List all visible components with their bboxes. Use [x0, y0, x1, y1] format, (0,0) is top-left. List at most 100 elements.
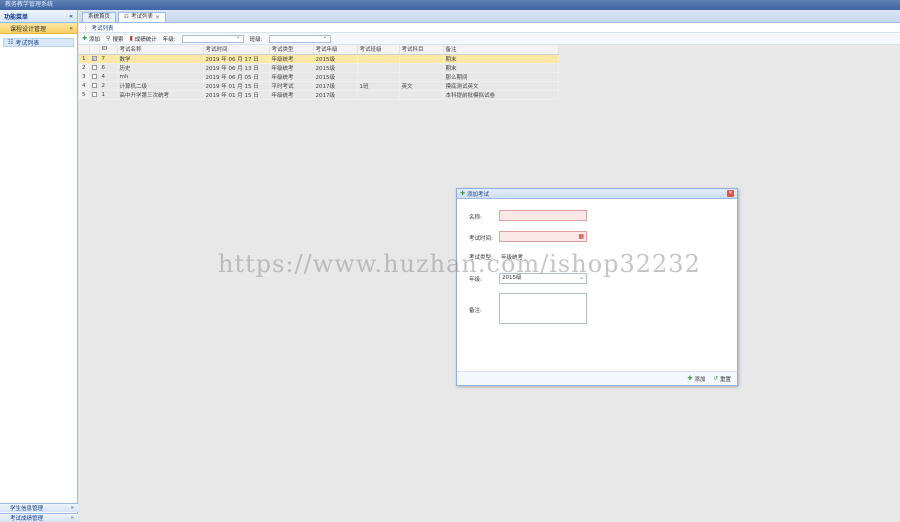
- reset-icon: ↺: [713, 375, 718, 382]
- checkbox-checked-icon[interactable]: ✓: [91, 55, 97, 61]
- sidebar-section-course[interactable]: 课程设计管理 «: [0, 23, 77, 34]
- checkbox-icon[interactable]: [91, 64, 97, 70]
- cell-remark: 期末: [443, 54, 559, 64]
- checkbox-icon[interactable]: [91, 82, 97, 88]
- panel-icon: ⋮: [83, 24, 89, 31]
- time-input[interactable]: ▦: [499, 231, 587, 242]
- cell-remark: 本科提前批模拟试卷: [443, 90, 559, 100]
- tab-exam-list[interactable]: ☷ 考试列表 ×: [118, 12, 166, 22]
- cell-remark: 那么期间: [443, 72, 559, 82]
- cell-name: 历史: [117, 63, 204, 73]
- toolbar: ✚ 添加 ⚲ 搜索 ▮ 成绩统计 年级: 班级:: [79, 33, 900, 45]
- table-row[interactable]: 5 1 高中升学第三次统考 2019 年 01 月 15 日 年级统考 2017…: [79, 90, 559, 100]
- col-type[interactable]: 考试类型: [269, 45, 314, 55]
- col-name[interactable]: 考试名称: [117, 45, 204, 55]
- add-button-label: 添加: [89, 36, 101, 43]
- class-filter-select[interactable]: [268, 33, 331, 43]
- row-checkbox[interactable]: [89, 63, 100, 73]
- col-id[interactable]: ID: [99, 45, 118, 55]
- dialog-close-icon[interactable]: ✕: [727, 190, 734, 197]
- cell-class: [357, 63, 400, 73]
- cell-type: 年级统考: [269, 54, 314, 64]
- row-number: 4: [79, 81, 90, 91]
- row-checkbox[interactable]: [89, 72, 100, 82]
- dialog-add-button[interactable]: ✚ 添加: [687, 375, 705, 383]
- cell-grade: 2015级: [313, 54, 358, 64]
- class-filter-label: 班级:: [249, 36, 263, 43]
- tab-label: 考试列表: [130, 14, 153, 20]
- cell-class: [357, 54, 400, 64]
- cell-time: 2019 年 06 月 13 日: [203, 63, 270, 73]
- cell-id: 1: [99, 90, 118, 100]
- checkbox-icon[interactable]: [91, 91, 97, 97]
- col-subject[interactable]: 考试科目: [399, 45, 444, 55]
- row-number: 5: [79, 90, 90, 100]
- cell-type: 年级统考: [269, 90, 314, 100]
- cell-id: 7: [99, 54, 118, 64]
- stats-button[interactable]: ▮ 成绩统计: [129, 35, 156, 43]
- search-button[interactable]: ⚲ 搜索: [106, 35, 123, 43]
- cell-subject: [399, 90, 444, 100]
- col-grade[interactable]: 考试年级: [313, 45, 358, 55]
- add-icon: ✚: [687, 375, 693, 382]
- cell-grade: 2015级: [313, 63, 358, 73]
- cell-type: 年级统考: [269, 72, 314, 82]
- name-input[interactable]: [499, 210, 587, 221]
- time-label: 考试时间:: [469, 236, 493, 242]
- search-button-label: 搜索: [112, 36, 124, 43]
- cell-name: 计算机二级: [117, 81, 204, 91]
- expand-icon[interactable]: »: [71, 505, 74, 511]
- checkbox-icon[interactable]: [91, 73, 97, 79]
- table-row[interactable]: 4 2 计算机二级 2019 年 01 月 15 日 平时考试 2017级 1班…: [79, 81, 559, 91]
- col-class[interactable]: 考试班级: [357, 45, 400, 55]
- cell-remark: 摸底测试英文: [443, 81, 559, 91]
- sidebar-section-score[interactable]: 考试成绩管理 »: [0, 513, 78, 522]
- expand-icon[interactable]: »: [71, 515, 74, 521]
- col-remark[interactable]: 备注: [443, 45, 559, 55]
- cell-time: 2019 年 01 月 15 日: [203, 81, 270, 91]
- sidebar-item-exam-list[interactable]: ☷ 考试列表: [3, 38, 74, 47]
- row-checkbox[interactable]: ✓: [89, 54, 100, 64]
- cell-subject: 英文: [399, 81, 444, 91]
- cell-subject: [399, 63, 444, 73]
- add-button[interactable]: ✚ 添加: [82, 35, 100, 43]
- table-row[interactable]: 2 6 历史 2019 年 06 月 13 日 年级统考 2015级 期末: [79, 63, 559, 73]
- watermark: https://www.huzhan.com/ishop32232: [218, 250, 701, 278]
- grade-filter-label: 年级:: [162, 36, 176, 43]
- add-exam-dialog: ✚ 添加考试 ✕ 名称: 考试时间: ▦ 考试类型: 年级统考 年级: 2015…: [456, 188, 738, 386]
- cell-subject: [399, 54, 444, 64]
- row-number: 3: [79, 72, 90, 82]
- row-checkbox[interactable]: [89, 90, 100, 100]
- cell-type: 年级统考: [269, 63, 314, 73]
- cell-name: mh: [117, 72, 204, 82]
- bar-chart-icon: ▮: [129, 35, 133, 42]
- sidebar-section-label: 课程设计管理: [10, 25, 47, 33]
- remark-label: 备注:: [469, 308, 482, 314]
- sidebar-item-label: 考试列表: [15, 40, 40, 47]
- sidebar-section-student[interactable]: 学生信息管理 »: [0, 503, 78, 512]
- row-checkbox[interactable]: [89, 81, 100, 91]
- dialog-add-label: 添加: [694, 376, 706, 383]
- table-row[interactable]: 1 ✓ 7 数学 2019 年 06 月 17 日 年级统考 2015级 期末: [79, 54, 559, 64]
- list-icon: ☷: [8, 39, 14, 46]
- remark-textarea[interactable]: [499, 293, 587, 324]
- cell-class: [357, 72, 400, 82]
- cell-name: 数学: [117, 54, 204, 64]
- section-collapse-icon[interactable]: «: [69, 25, 73, 32]
- table-header-row: ID 考试名称 考试时间 考试类型 考试年级 考试班级 考试科目 备注: [79, 45, 559, 55]
- grade-filter-select[interactable]: [181, 33, 244, 43]
- col-check[interactable]: [89, 45, 100, 55]
- sidebar-header-label: 功能菜单: [4, 13, 29, 21]
- dialog-header[interactable]: ✚ 添加考试 ✕: [457, 189, 737, 199]
- tab-home[interactable]: 系统首页: [82, 12, 117, 22]
- collapse-icon[interactable]: «: [69, 13, 73, 20]
- table-row[interactable]: 3 4 mh 2019 年 06 月 05 日 年级统考 2015级 那么期间: [79, 72, 559, 82]
- cell-class: 1班: [357, 81, 400, 91]
- col-time[interactable]: 考试时间: [203, 45, 270, 55]
- dialog-reset-button[interactable]: ↺ 重置: [713, 375, 731, 383]
- calendar-icon[interactable]: ▦: [578, 233, 584, 240]
- close-icon[interactable]: ×: [155, 13, 160, 22]
- app-title: 教务教学管理系统: [0, 0, 900, 10]
- name-label: 名称:: [469, 215, 482, 221]
- dialog-reset-label: 重置: [719, 376, 731, 383]
